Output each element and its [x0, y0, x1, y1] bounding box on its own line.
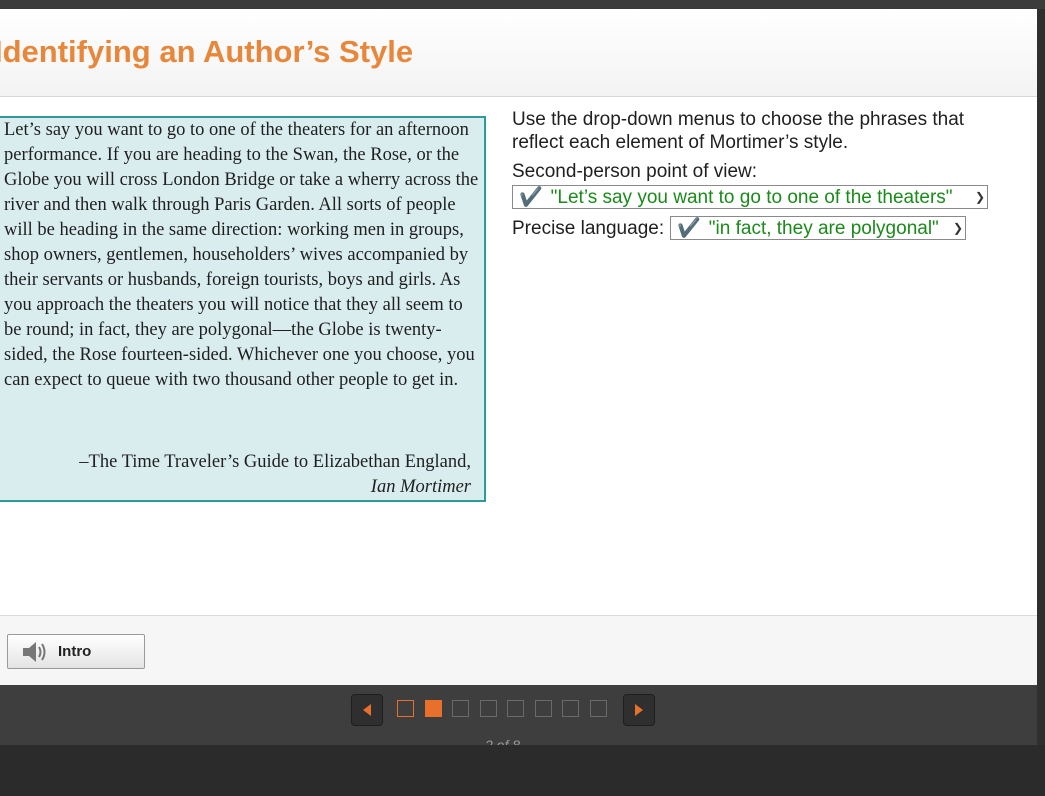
chevron-down-icon: ❯ — [974, 190, 985, 204]
page-title: Identifying an Author’s Style — [0, 34, 414, 69]
citation-source: –The Time Traveler’s Guide to Elizabetha… — [79, 452, 471, 472]
dropdown-value-wrap: ✔️ "Let’s say you want to go to one of th… — [519, 185, 953, 209]
citation: –The Time Traveler’s Guide to Elizabetha… — [79, 450, 471, 500]
top-strip — [0, 0, 1045, 9]
dropdown-selected-text: "Let’s say you want to go to one of the … — [550, 187, 953, 208]
speaker-icon — [23, 641, 46, 662]
previous-button[interactable] — [351, 694, 383, 726]
next-button[interactable] — [623, 694, 655, 726]
page-indicator-2[interactable] — [424, 700, 442, 717]
page-indicator-1[interactable] — [397, 700, 414, 717]
dropdown-value-wrap: ✔️ "in fact, they are polygonal" — [677, 216, 939, 240]
page-indicators — [397, 700, 617, 717]
passage-box: Let’s say you want to go to one of the t… — [0, 116, 486, 502]
label-precise-language: Precise language: — [512, 217, 665, 239]
page-counter: 2 of 8 — [484, 737, 521, 745]
question-panel: Use the drop-down menus to choose the ph… — [512, 108, 1012, 240]
intro-audio-button[interactable]: Intro — [7, 634, 145, 669]
slide: Identifying an Author’s Style Let’s say … — [0, 9, 1037, 685]
slide-footer: Intro — [0, 615, 1037, 685]
arrow-left-icon — [363, 704, 371, 716]
intro-label: Intro — [58, 643, 92, 660]
passage-text: Let’s say you want to go to one of the t… — [4, 120, 479, 390]
right-edge — [1037, 9, 1045, 745]
page-indicator-8[interactable] — [589, 700, 607, 717]
page-indicator-7[interactable] — [562, 700, 579, 717]
page-indicator-5[interactable] — [507, 700, 524, 717]
bottom-bar — [0, 745, 1045, 796]
navigation-bar: 2 of 8 — [0, 685, 1037, 745]
arrow-right-icon — [635, 704, 643, 716]
checkmark-icon: ✔️ — [519, 187, 543, 208]
checkmark-icon: ✔️ — [677, 218, 701, 239]
page-indicator-3[interactable] — [452, 700, 469, 717]
instructions: Use the drop-down menus to choose the ph… — [512, 109, 965, 153]
precise-language-row: Precise language: ✔️ "in fact, they are p… — [512, 216, 1012, 240]
label-second-person: Second-person point of view: — [512, 161, 758, 182]
page-indicator-6[interactable] — [534, 700, 552, 717]
slide-header: Identifying an Author’s Style — [0, 9, 1037, 97]
chevron-down-icon: ❯ — [953, 221, 964, 235]
dropdown-selected-text: "in fact, they are polygonal" — [708, 218, 939, 239]
page-indicator-4[interactable] — [479, 700, 497, 717]
dropdown-precise-language[interactable]: ✔️ "in fact, they are polygonal" ❯ — [670, 216, 967, 240]
dropdown-second-person[interactable]: ✔️ "Let’s say you want to go to one of th… — [512, 185, 988, 209]
citation-author: Ian Mortimer — [370, 477, 471, 497]
